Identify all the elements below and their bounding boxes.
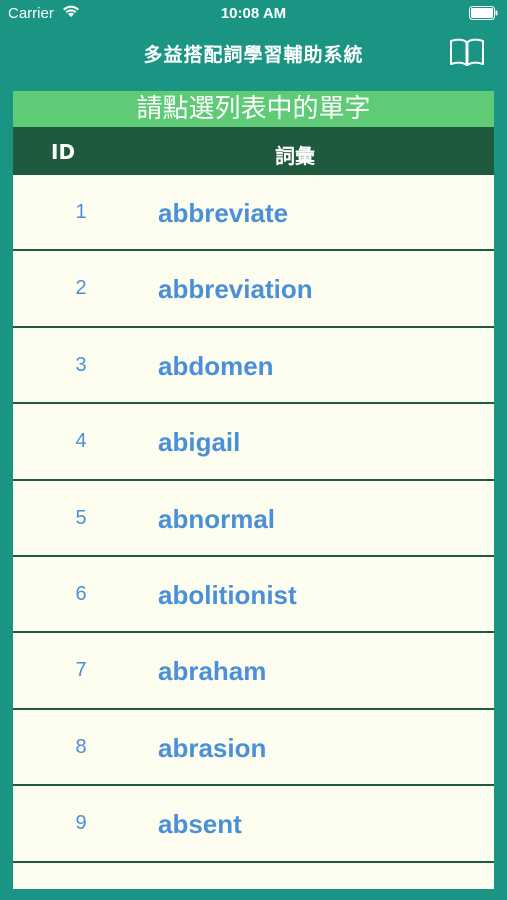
column-header-id: ID xyxy=(51,140,76,164)
table-row[interactable]: 1 abbreviate xyxy=(13,175,494,252)
row-word: abbreviation xyxy=(158,274,313,305)
row-id: 3 xyxy=(75,353,87,376)
row-word: abbreviate xyxy=(158,198,289,228)
status-time: 10:08 AM xyxy=(220,5,287,22)
row-word: abraham xyxy=(158,656,267,687)
row-id: 8 xyxy=(75,735,87,758)
row-id: 4 xyxy=(75,430,87,453)
row-id: 6 xyxy=(75,582,87,605)
table-row[interactable]: 8 abrasion xyxy=(13,710,494,787)
list-instruction-header: 請點選列表中的單字 xyxy=(13,91,494,127)
status-bar: Carrier 10:08 AM xyxy=(0,0,507,28)
table-row-partial[interactable] xyxy=(13,863,494,889)
row-id: 7 xyxy=(75,659,87,682)
row-word: abrasion xyxy=(158,732,267,763)
row-id: 5 xyxy=(75,506,87,529)
nav-bar: 多益搭配詞學習輔助系統 xyxy=(0,28,507,80)
row-id: 1 xyxy=(75,201,87,223)
battery-icon xyxy=(469,6,498,20)
page-title: 多益搭配詞學習輔助系統 xyxy=(143,44,364,66)
row-word: abolitionist xyxy=(158,579,297,610)
column-header-word: 詞彙 xyxy=(275,144,315,168)
row-word: abnormal xyxy=(158,503,276,534)
table-row[interactable]: 3 abdomen xyxy=(13,328,494,405)
word-table[interactable]: 1 abbreviate 2 abbreviation 3 abdomen 4 … xyxy=(13,175,494,889)
table-row[interactable]: 2 abbreviation xyxy=(13,251,494,328)
column-header-row: ID 詞彙 xyxy=(13,127,494,175)
row-word: abdomen xyxy=(158,350,274,381)
book-icon[interactable] xyxy=(449,37,485,67)
table-row[interactable]: 5 abnormal xyxy=(13,481,494,557)
row-word: abigail xyxy=(158,427,241,458)
row-id: 9 xyxy=(75,812,87,835)
row-id: 2 xyxy=(75,277,87,300)
table-row[interactable]: 9 absent xyxy=(13,786,494,863)
row-word: absent xyxy=(158,809,242,840)
table-row[interactable]: 4 abigail xyxy=(13,404,494,481)
table-row[interactable]: 7 abraham xyxy=(13,633,494,710)
table-row[interactable]: 6 abolitionist xyxy=(13,557,494,634)
word-list-panel: 請點選列表中的單字 ID 詞彙 1 abbreviate 2 abbreviat… xyxy=(13,91,494,889)
